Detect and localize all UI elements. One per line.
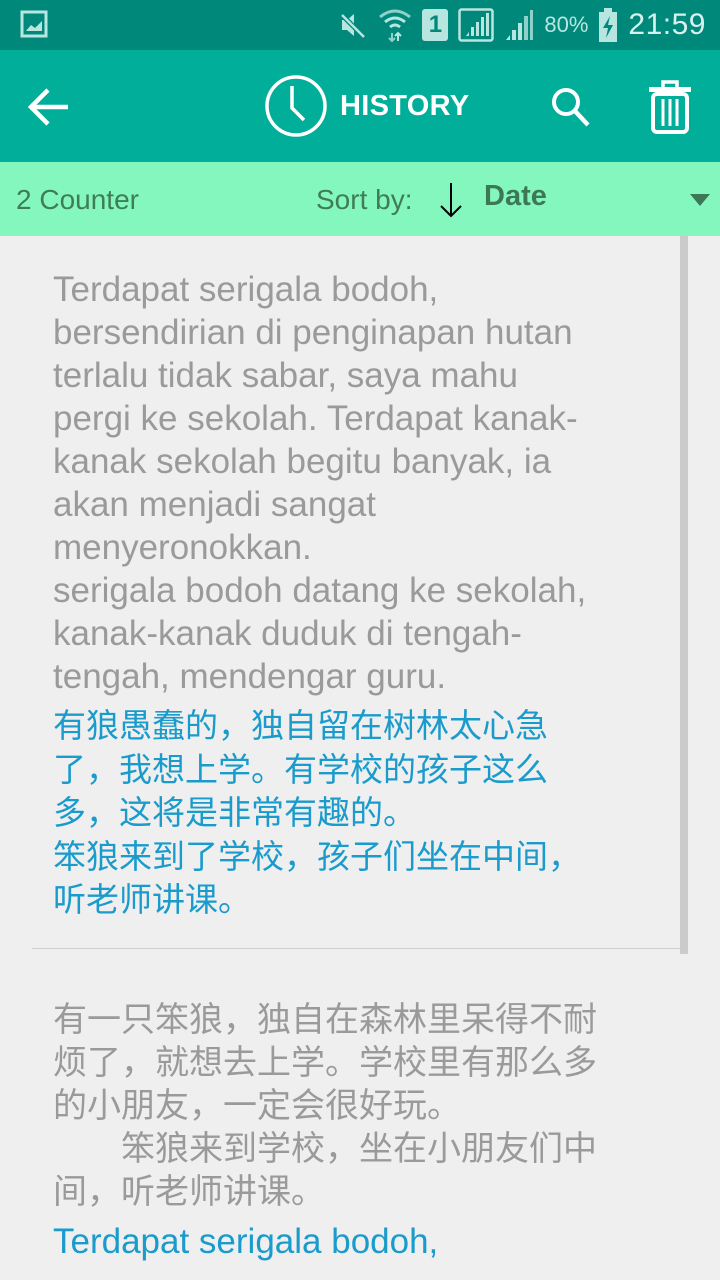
translation-text: 有狼愚蠢的，独自留在树林太心急 了，我想上学。有学校的孩子这么 多，这将是非常有…: [53, 707, 581, 918]
history-item[interactable]: 有一只笨狼，独自在森林里呆得不耐 烦了，就想去上学。学校里有那么多 的小朋友，一…: [0, 949, 720, 1263]
arrow-down-icon[interactable]: [436, 180, 466, 220]
mute-icon: [340, 13, 367, 39]
scrollbar[interactable]: [680, 236, 688, 954]
sort-label: Sort by:: [316, 184, 413, 215]
gallery-icon: [20, 10, 48, 38]
history-item[interactable]: Terdapat serigala bodoh, bersendirian di…: [0, 236, 720, 949]
clock-time: 21:59: [628, 8, 706, 41]
sort-bar: 2 Counter Sort by: Date: [0, 162, 720, 236]
battery-charging-icon: [599, 8, 618, 42]
history-list[interactable]: Terdapat serigala bodoh, bersendirian di…: [0, 236, 720, 1280]
source-text: 有一只笨狼，独自在森林里呆得不耐 烦了，就想去上学。学校里有那么多 的小朋友，一…: [53, 1001, 597, 1211]
chevron-down-icon[interactable]: [690, 194, 710, 206]
page-title: HISTORY: [340, 89, 470, 122]
search-icon[interactable]: [550, 86, 592, 128]
signal-icon-2: [506, 10, 534, 40]
history-count: 2 Counter: [16, 184, 139, 215]
clock-icon: [265, 75, 327, 137]
status-bar: 1 80% 21:59: [0, 0, 720, 50]
title-group: HISTORY: [264, 74, 469, 138]
trash-icon[interactable]: [648, 80, 692, 134]
translation-text: Terdapat serigala bodoh,: [53, 1222, 439, 1261]
app-bar: HISTORY: [0, 50, 720, 162]
sort-select[interactable]: Date: [484, 180, 547, 213]
source-text: Terdapat serigala bodoh, bersendirian di…: [53, 270, 587, 696]
battery-percent: 80%: [544, 12, 589, 37]
sim-label: 1: [428, 11, 443, 38]
wifi-icon: [379, 9, 412, 43]
signal-icon: [458, 8, 495, 42]
arrow-left-icon[interactable]: [26, 84, 72, 130]
sim1-icon: 1: [422, 9, 449, 41]
